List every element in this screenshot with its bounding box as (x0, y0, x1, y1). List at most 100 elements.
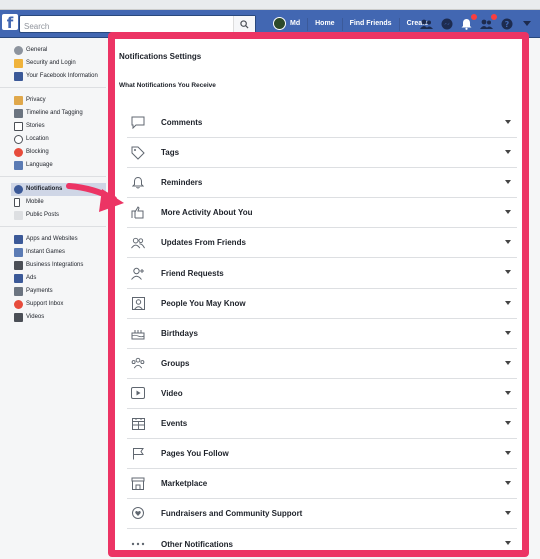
category-label: More Activity About You (161, 208, 253, 218)
calendar-icon (131, 417, 145, 430)
help-button[interactable]: ? (500, 18, 513, 31)
activity-icon (131, 206, 144, 219)
heart-hand-icon (132, 507, 144, 520)
sidebar-group-privacy: Privacy Timeline and Tagging Stories Loc… (0, 88, 106, 177)
facebook-logo-icon[interactable]: f (2, 14, 18, 32)
category-label: Marketplace (161, 479, 208, 489)
svg-text:?: ? (504, 20, 509, 29)
sidebar-item-support-inbox[interactable]: Support Inbox (14, 298, 106, 311)
chevron-down-icon[interactable] (505, 420, 511, 425)
ads-icon (14, 274, 23, 283)
chevron-down-icon[interactable] (505, 511, 511, 516)
category-row-updates-from-friends[interactable]: Updates From Friends (127, 228, 517, 259)
category-row-tags[interactable]: Tags (127, 138, 517, 169)
category-row-other-notifications[interactable]: Other Notifications (127, 529, 517, 559)
sidebar-item-blocking[interactable]: Blocking (14, 146, 106, 159)
category-row-video[interactable]: Video (127, 379, 517, 409)
sidebar-item-label: Public Posts (26, 212, 60, 218)
category-row-birthdays[interactable]: Birthdays (127, 319, 517, 349)
chevron-down-icon[interactable] (505, 300, 511, 305)
sidebar-item-language[interactable]: Language (14, 159, 106, 172)
category-row-reminders[interactable]: Reminders (127, 168, 517, 199)
chevron-down-icon[interactable] (505, 390, 511, 395)
chevron-down-icon[interactable] (505, 330, 511, 335)
chevron-down-icon[interactable] (505, 541, 511, 546)
sidebar-item-your-information[interactable]: Your Facebook Information (14, 70, 106, 83)
category-label: Fundraisers and Community Support (161, 509, 303, 519)
sidebar-item-label: Location (26, 136, 49, 142)
messenger-icon (441, 18, 452, 30)
globe-icon (14, 185, 23, 194)
category-label: Tags (161, 148, 180, 158)
category-row-friend-requests[interactable]: Friend Requests (127, 258, 517, 289)
sidebar-item-label: Privacy (26, 97, 46, 103)
lifebuoy-icon (14, 300, 23, 309)
add-friend-icon (131, 267, 144, 280)
mobile-icon (14, 198, 20, 207)
location-icon (14, 135, 23, 144)
sidebar-item-label: Instant Games (26, 249, 66, 255)
groups-icon (131, 358, 145, 369)
sidebar-item-label: Apps and Websites (26, 236, 78, 242)
friend-requests-button[interactable] (420, 18, 433, 31)
category-row-groups[interactable]: Groups (127, 349, 517, 379)
sidebar-item-instant-games[interactable]: Instant Games (14, 246, 106, 259)
account-menu-button[interactable] (520, 18, 533, 31)
category-label: Pages You Follow (161, 449, 229, 459)
sidebar-item-general[interactable]: General (14, 44, 106, 57)
category-row-fundraisers[interactable]: Fundraisers and Community Support (127, 499, 517, 530)
friends-icon (131, 237, 145, 249)
chevron-down-icon[interactable] (505, 180, 511, 185)
category-row-marketplace[interactable]: Marketplace (127, 469, 517, 500)
search-button[interactable] (233, 16, 255, 32)
chevron-down-icon[interactable] (505, 240, 511, 245)
sidebar-item-label: Your Facebook Information (26, 73, 98, 79)
sidebar-item-label: Mobile (26, 199, 44, 205)
sidebar-item-label: Ads (26, 275, 37, 281)
sidebar-item-label: Timeline and Tagging (26, 110, 83, 116)
sidebar-item-label: Videos (26, 314, 45, 320)
requests-badge (490, 12, 498, 21)
sidebar-item-payments[interactable]: Payments (14, 285, 106, 298)
sidebar-group-apps: Apps and Websites Instant Games Business… (0, 227, 106, 328)
category-row-comments[interactable]: Comments (127, 108, 517, 139)
section-subtitle: What Notifications You Receive (119, 82, 216, 89)
chevron-down-icon[interactable] (505, 481, 511, 486)
tag-icon (131, 146, 145, 160)
sidebar-item-label: Notifications (26, 186, 63, 192)
sidebar-item-videos[interactable]: Videos (14, 311, 106, 324)
sidebar-item-ads[interactable]: Ads (14, 272, 106, 285)
chevron-down-icon[interactable] (505, 270, 511, 275)
shield-icon (14, 59, 23, 68)
games-icon (14, 248, 23, 257)
sidebar-item-timeline[interactable]: Timeline and Tagging (14, 107, 106, 120)
sidebar-group-account: General Security and Login Your Facebook… (0, 38, 106, 88)
quick-help-button[interactable] (480, 12, 498, 31)
sidebar-item-security[interactable]: Security and Login (14, 57, 106, 70)
category-label: Events (161, 418, 188, 428)
user-name: Md (290, 20, 301, 27)
chevron-down-icon[interactable] (505, 360, 511, 365)
timeline-icon (14, 109, 23, 118)
chevron-down-icon[interactable] (505, 150, 511, 155)
sidebar-item-stories[interactable]: Stories (14, 120, 106, 133)
category-row-people-you-may-know[interactable]: People You May Know (127, 289, 517, 319)
notification-badge (470, 12, 478, 21)
messenger-button[interactable] (440, 18, 453, 31)
search-box (19, 15, 256, 35)
sidebar-item-label: Security and Login (26, 60, 76, 66)
category-row-pages-you-follow[interactable]: Pages You Follow (127, 439, 517, 470)
category-row-events[interactable]: Events (127, 409, 517, 440)
chevron-down-icon[interactable] (505, 120, 511, 124)
notifications-button[interactable] (460, 12, 478, 31)
video-icon (14, 313, 23, 322)
sidebar-item-privacy[interactable]: Privacy (14, 94, 106, 107)
chevron-down-icon[interactable] (505, 210, 511, 215)
sidebar-item-apps[interactable]: Apps and Websites (14, 233, 106, 246)
category-row-more-activity[interactable]: More Activity About You (127, 198, 517, 229)
payments-icon (14, 287, 23, 296)
chevron-down-icon[interactable] (505, 451, 511, 456)
bell-icon (132, 177, 144, 189)
sidebar-item-location[interactable]: Location (14, 133, 106, 146)
sidebar-item-business-integrations[interactable]: Business Integrations (14, 259, 106, 272)
